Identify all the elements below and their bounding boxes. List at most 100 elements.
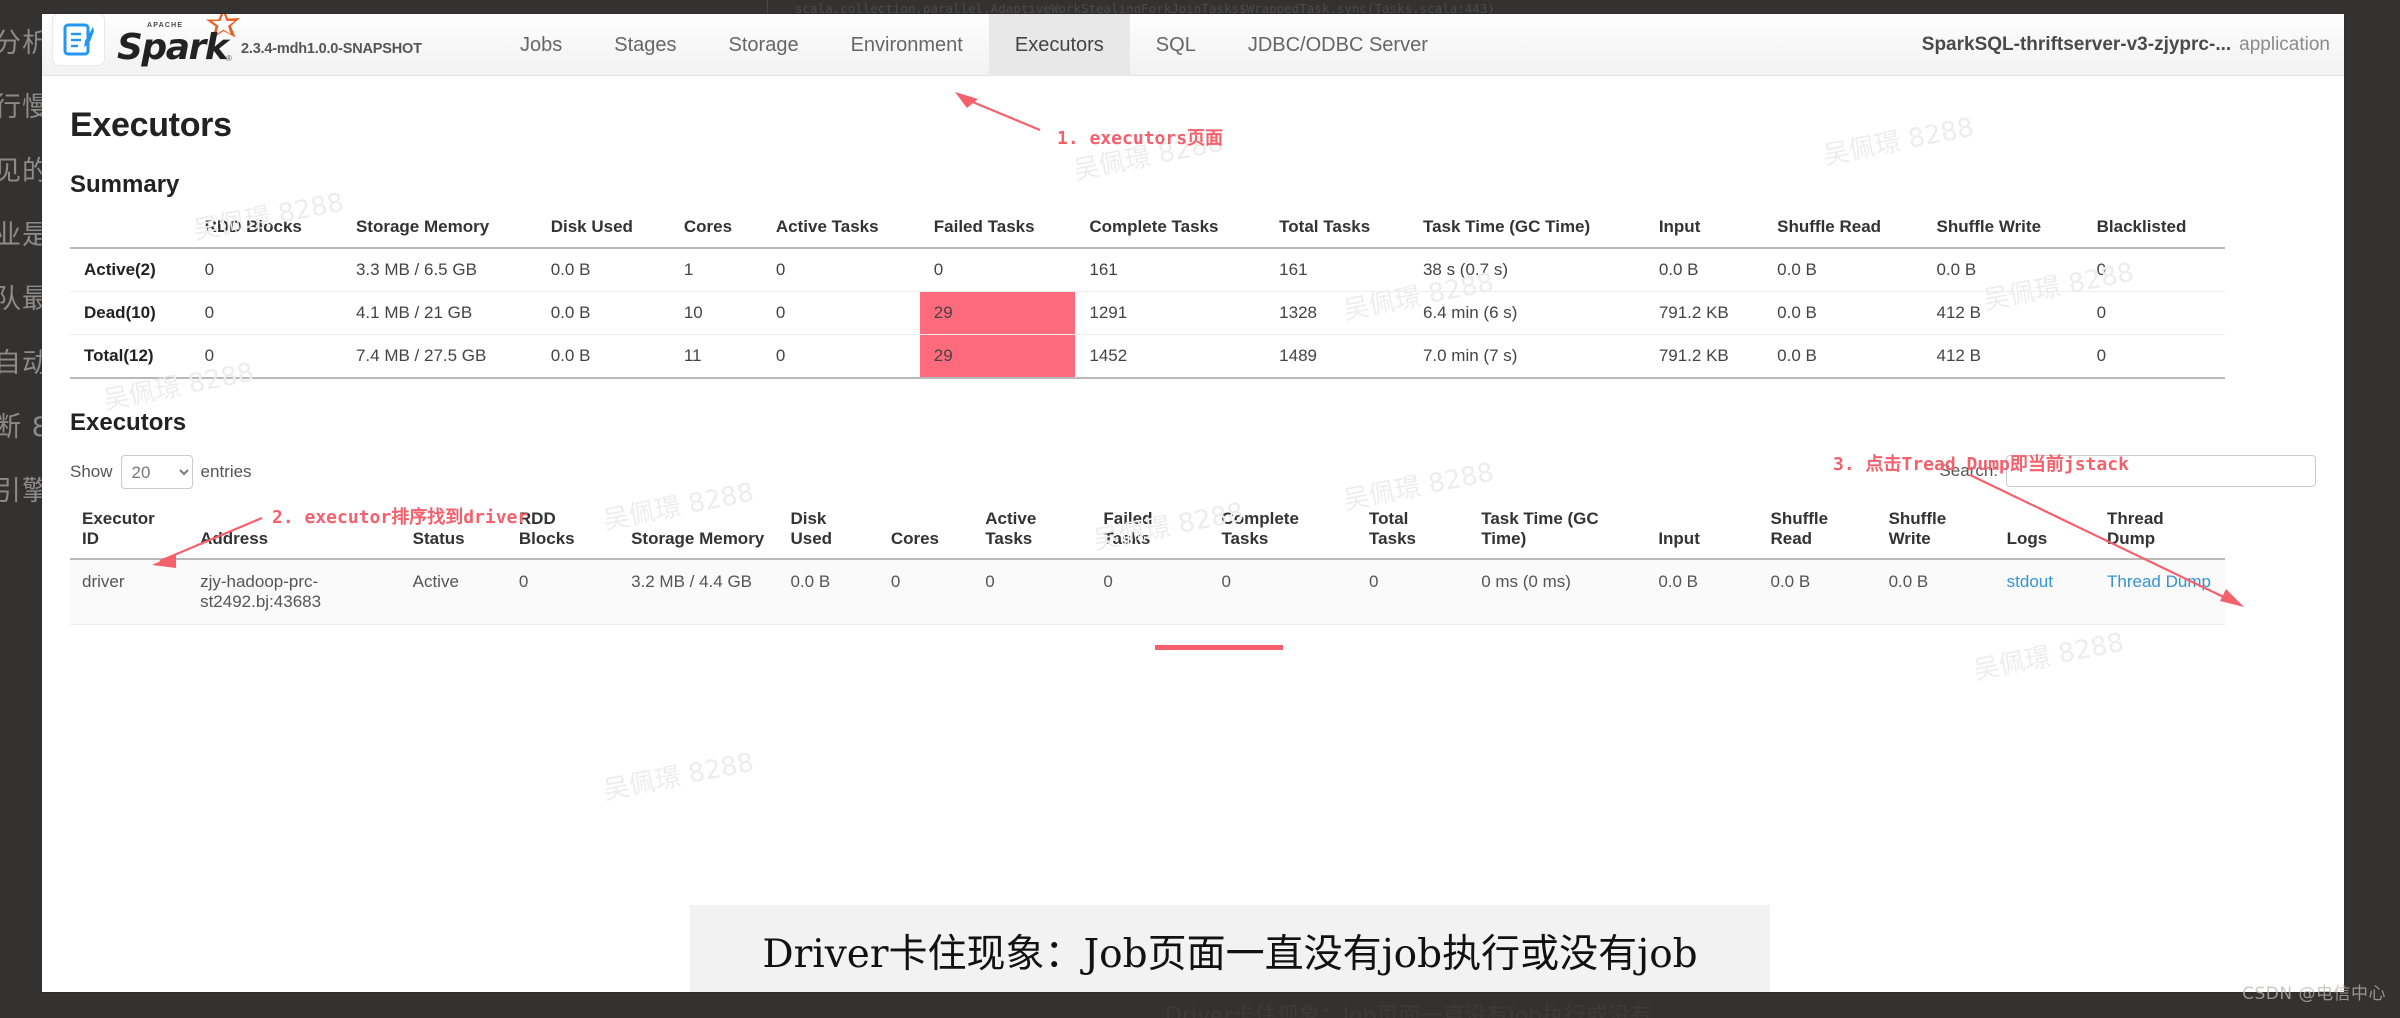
cell-cores: 11 [669,334,762,379]
table-row: Active(2) 0 3.3 MB / 6.5 GB 0.0 B 1 0 0 … [70,248,2225,292]
entries-label: entries [200,462,252,481]
summary-col-cores: Cores [669,217,762,249]
table-row: Total(12) 0 7.4 MB / 27.5 GB 0.0 B 11 0 … [70,334,2225,379]
summary-col-blank [70,217,191,249]
cell-complete-tasks: 1452 [1075,334,1266,379]
cell-rdd-blocks: 0 [190,248,342,292]
cell-complete-tasks: 161 [1075,248,1266,292]
nav-tab-environment[interactable]: Environment [825,14,989,76]
cell-thread-dump: Thread Dump [2095,559,2225,626]
summary-row-label: Dead(10) [70,291,191,335]
cell-disk-used: 0.0 B [536,334,670,379]
spark-version-label: 2.3.4-mdh1.0.0-SNAPSHOT [241,41,422,57]
cell-blacklisted: 0 [2082,334,2225,379]
cell-cores: 1 [669,248,762,292]
nav-tab-jdbc-odbc-server[interactable]: JDBC/ODBC Server [1222,14,1454,76]
cell-shuffle-read: 0.0 B [1763,248,1923,292]
cell-total-tasks: 1328 [1265,291,1409,335]
annotation-1-executors-page: 1. executors页面 [1057,128,1224,149]
exec-col-total-tasks[interactable]: Total Tasks [1357,509,1470,561]
caption-text: Driver卡住现象：Job页面一直没有job执行或没有job [762,931,1698,977]
cell-status: Active [400,559,507,626]
csdn-watermark: CSDN @电信中心 [2242,984,2386,1004]
show-label: Show [70,462,113,481]
brand-logo[interactable]: APACHE Spark ® 2.3.4-mdh1.0.0-SNAPSHOT [52,14,422,68]
cell-rdd-blocks: 0 [190,291,342,335]
cell-storage-memory: 3.3 MB / 6.5 GB [341,248,537,292]
cell-disk-used: 0.0 B [778,559,879,626]
cell-rdd-blocks: 0 [506,559,620,626]
exec-col-thread-dump: Thread Dump [2095,509,2225,561]
cell-failed-tasks: 29 [919,291,1076,335]
cell-input: 791.2 KB [1644,291,1764,335]
cell-input: 791.2 KB [1644,334,1764,379]
cell-shuffle-write: 412 B [1922,334,2083,379]
nav-tab-jobs[interactable]: Jobs [494,14,588,76]
cell-rdd-blocks: 0 [190,334,342,379]
nav-tab-storage[interactable]: Storage [703,14,825,76]
cell-storage-memory: 3.2 MB / 4.4 GB [619,559,779,626]
page-content: 吴佩璟 8288 吴佩璟 8288 吴佩璟 8288 吴佩璟 8288 吴佩璟 … [42,76,2344,806]
nav-tab-executors[interactable]: Executors [988,14,1130,76]
stdout-link[interactable]: stdout [2007,572,2053,591]
cell-shuffle-write: 0.0 B [1876,559,1995,626]
exec-col-disk-used[interactable]: Disk Used [778,509,879,561]
trademark-mark: ® [226,54,232,63]
cell-task-time: 0 ms (0 ms) [1469,559,1647,626]
cell-total-tasks: 161 [1265,248,1409,292]
cell-input: 0.0 B [1646,559,1759,626]
thread-dump-link[interactable]: Thread Dump [2107,572,2211,591]
summary-col-complete-tasks: Complete Tasks [1075,217,1266,249]
cell-logs: stdout [1994,559,2095,626]
exec-col-active-tasks[interactable]: Active Tasks [973,509,1092,561]
cell-task-time: 7.0 min (7 s) [1408,334,1645,379]
nav-tab-stages[interactable]: Stages [588,14,702,76]
summary-col-storage-memory: Storage Memory [341,217,537,249]
cell-cores: 10 [669,291,762,335]
spark-logo-icon [52,14,105,66]
summary-col-rdd-blocks: RDD Blocks [190,217,342,249]
cell-active-tasks: 0 [761,334,920,379]
annotation-3-thread-dump: 3. 点击Tread Dump即当前jstack [1833,454,2129,475]
exec-col-shuffle-read[interactable]: Shuffle Read [1758,509,1877,561]
exec-col-input[interactable]: Input [1646,509,1759,561]
summary-col-task-time: Task Time (GC Time) [1408,217,1645,249]
cell-input: 0.0 B [1644,248,1764,292]
nav-tab-sql[interactable]: SQL [1130,14,1222,76]
cell-shuffle-write: 0.0 B [1922,248,2083,292]
exec-col-executor-id[interactable]: Executor ID [70,509,189,561]
cell-complete-tasks: 1291 [1075,291,1266,335]
cell-active-tasks: 0 [761,248,920,292]
cell-active-tasks: 0 [973,559,1092,626]
cell-address: zjy-hadoop-prc-st2492.bj:43683 [188,559,401,626]
entries-per-page-select[interactable]: 20 40 60 100 [120,455,193,489]
summary-col-disk-used: Disk Used [536,217,670,249]
summary-col-total-tasks: Total Tasks [1265,217,1409,249]
summary-table: RDD Blocks Storage Memory Disk Used Core… [70,217,2225,379]
cell-task-time: 6.4 min (6 s) [1408,291,1645,335]
summary-row-label: Active(2) [70,248,191,292]
cell-failed-tasks: 29 [919,334,1076,379]
cell-storage-memory: 4.1 MB / 21 GB [341,291,537,335]
exec-col-cores[interactable]: Cores [878,509,974,561]
cell-disk-used: 0.0 B [536,291,670,335]
cell-cores: 0 [878,559,974,626]
exec-col-logs: Logs [1994,509,2095,561]
exec-col-failed-tasks[interactable]: Failed Tasks [1091,509,1210,561]
exec-col-task-time[interactable]: Task Time (GC Time) [1469,509,1647,561]
table-row: Dead(10) 0 4.1 MB / 21 GB 0.0 B 10 0 29 … [70,291,2225,335]
cell-disk-used: 0.0 B [536,248,670,292]
exec-col-storage-memory[interactable]: Storage Memory [619,509,779,561]
table-row: driver zjy-hadoop-prc-st2492.bj:43683 Ac… [70,559,2225,626]
spark-label: Spark [117,27,229,68]
exec-col-complete-tasks[interactable]: Complete Tasks [1209,509,1358,561]
summary-row-label: Total(12) [70,334,191,379]
exec-col-shuffle-write[interactable]: Shuffle Write [1876,509,1995,561]
summary-col-shuffle-write: Shuffle Write [1922,217,2083,249]
summary-heading: Summary [70,171,180,198]
cell-task-time: 38 s (0.7 s) [1408,248,1645,292]
cell-active-tasks: 0 [761,291,920,335]
cell-shuffle-read: 0.0 B [1763,334,1923,379]
summary-col-input: Input [1644,217,1764,249]
annotation-2-sort-find-driver: 2. executor排序找到driver [272,507,529,528]
